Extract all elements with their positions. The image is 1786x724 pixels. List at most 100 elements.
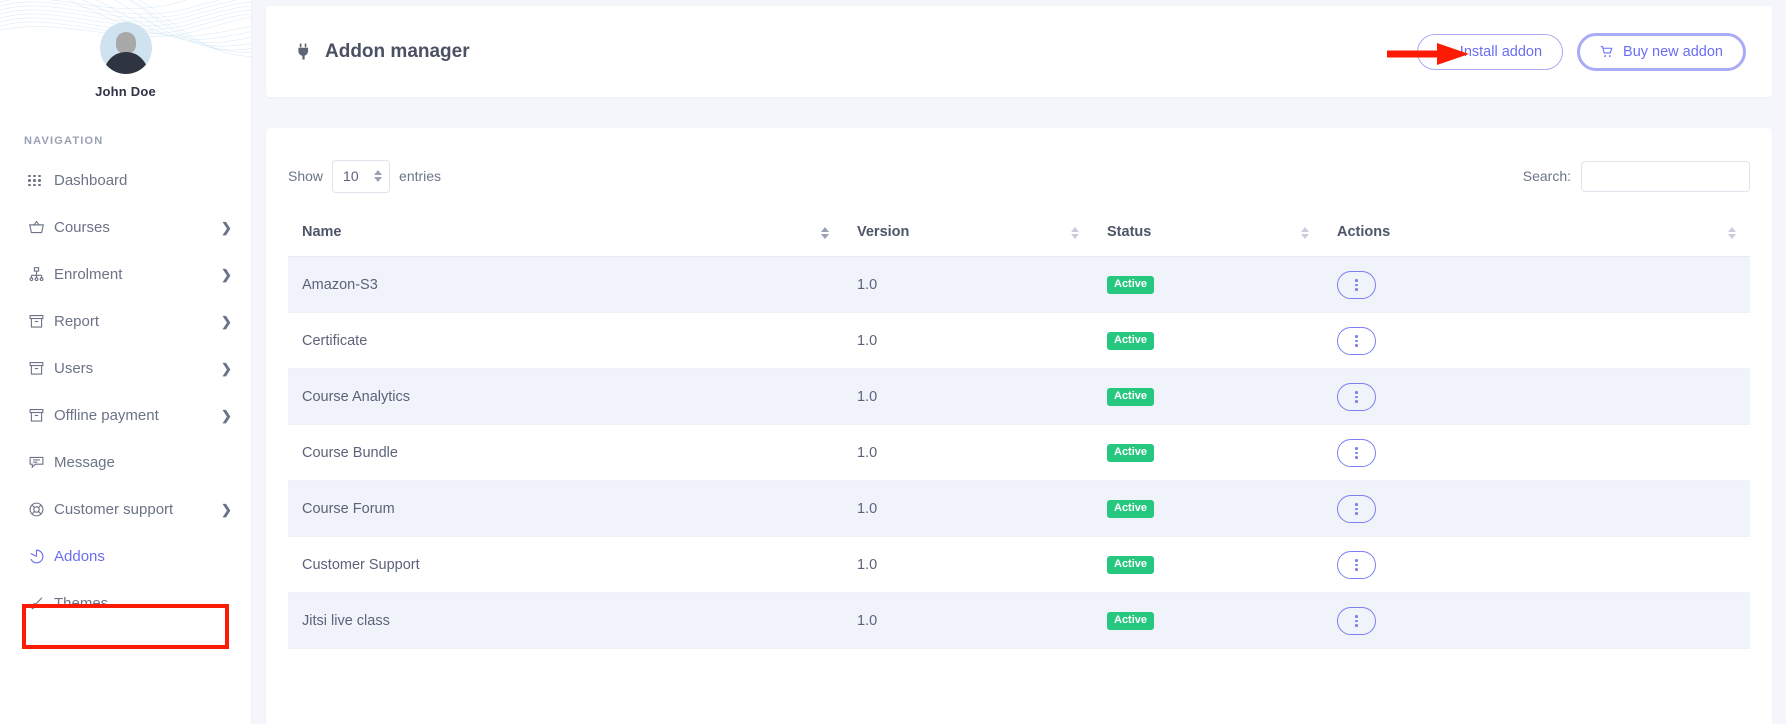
table-header-row: Name Version Status <box>288 210 1750 257</box>
row-actions-button[interactable] <box>1337 271 1376 299</box>
cell-actions <box>1323 537 1750 593</box>
column-header-status[interactable]: Status <box>1093 210 1323 257</box>
vertical-dots-icon <box>1355 279 1358 291</box>
buy-new-addon-label: Buy new addon <box>1623 44 1723 60</box>
cell-actions <box>1323 481 1750 537</box>
row-actions-button[interactable] <box>1337 551 1376 579</box>
sidebar-nav: Dashboard Courses ❯ <box>0 157 251 627</box>
row-actions-button[interactable] <box>1337 383 1376 411</box>
sidebar-item-courses[interactable]: Courses ❯ <box>0 204 251 251</box>
row-actions-button[interactable] <box>1337 327 1376 355</box>
chevron-right-icon: ❯ <box>221 361 233 377</box>
archive-icon <box>28 313 54 330</box>
sidebar-item-message[interactable]: Message <box>0 439 251 486</box>
vertical-dots-icon <box>1355 391 1358 403</box>
sidebar-item-customer-support[interactable]: Customer support ❯ <box>0 486 251 533</box>
cell-name: Customer Support <box>288 537 843 593</box>
cell-name: Jitsi live class <box>288 593 843 649</box>
table-row: Customer Support1.0 Active <box>288 537 1750 593</box>
nav-section-heading: NAVIGATION <box>24 135 251 147</box>
sidebar-item-offline-payment[interactable]: Offline payment ❯ <box>0 392 251 439</box>
vertical-dots-icon <box>1355 335 1358 347</box>
vertical-dots-icon <box>1355 559 1358 571</box>
sort-indicator-icon <box>1301 227 1309 239</box>
cell-actions <box>1323 593 1750 649</box>
sidebar-item-label: Message <box>54 454 233 471</box>
table-row: Amazon-S31.0 Active <box>288 257 1750 313</box>
page-title: Addon manager <box>325 41 470 63</box>
cell-name: Course Analytics <box>288 369 843 425</box>
row-actions-button[interactable] <box>1337 439 1376 467</box>
sitemap-icon <box>28 266 54 283</box>
cell-name: Amazon-S3 <box>288 257 843 313</box>
lifebuoy-icon <box>28 501 54 518</box>
addons-table-card: Show 10 25 50 100 entries <box>266 128 1772 724</box>
column-header-name[interactable]: Name <box>288 210 843 257</box>
column-header-version[interactable]: Version <box>843 210 1093 257</box>
entries-select[interactable]: 10 25 50 100 <box>332 160 390 193</box>
cell-version: 1.0 <box>843 593 1093 649</box>
sort-indicator-icon <box>821 227 829 239</box>
paintbrush-icon <box>28 595 54 612</box>
cell-actions <box>1323 257 1750 313</box>
install-addon-arrow-annotation <box>1387 42 1469 66</box>
status-badge: Active <box>1107 276 1154 294</box>
chevron-right-icon: ❯ <box>221 314 233 330</box>
chevron-right-icon: ❯ <box>221 408 233 424</box>
sidebar-item-label: Customer support <box>54 501 221 518</box>
vertical-dots-icon <box>1355 615 1358 627</box>
table-head: Name Version Status <box>288 210 1750 257</box>
sidebar-item-label: Themes <box>54 595 233 612</box>
archive-icon <box>28 407 54 424</box>
column-label: Status <box>1107 224 1151 240</box>
sidebar-profile[interactable]: John Doe <box>0 0 251 99</box>
table-row: Jitsi live class1.0Active <box>288 593 1750 649</box>
cell-actions <box>1323 369 1750 425</box>
sidebar: John Doe NAVIGATION Dashboard Courses ❯ <box>0 0 252 724</box>
entries-select-wrapper: 10 25 50 100 <box>332 160 390 193</box>
cell-status: Active <box>1093 481 1323 537</box>
sidebar-item-label: Offline payment <box>54 407 221 424</box>
cell-version: 1.0 <box>843 257 1093 313</box>
column-label: Actions <box>1337 224 1390 240</box>
cell-status: Active <box>1093 369 1323 425</box>
sidebar-item-enrolment[interactable]: Enrolment ❯ <box>0 251 251 298</box>
column-header-actions[interactable]: Actions <box>1323 210 1750 257</box>
sidebar-item-themes[interactable]: Themes <box>0 580 251 627</box>
install-addon-label: Install addon <box>1460 44 1542 60</box>
profile-name: John Doe <box>0 84 251 99</box>
cell-version: 1.0 <box>843 369 1093 425</box>
cell-actions <box>1323 425 1750 481</box>
sidebar-item-label: Courses <box>54 219 221 236</box>
sidebar-item-dashboard[interactable]: Dashboard <box>0 157 251 204</box>
chevron-right-icon: ❯ <box>221 220 233 236</box>
status-badge: Active <box>1107 388 1154 406</box>
chevron-right-icon: ❯ <box>221 267 233 283</box>
page-title-group: Addon manager <box>294 41 470 63</box>
row-actions-button[interactable] <box>1337 607 1376 635</box>
search-input[interactable] <box>1581 161 1750 192</box>
table-row: Course Forum1.0 Active <box>288 481 1750 537</box>
cell-version: 1.0 <box>843 481 1093 537</box>
table-body: Amazon-S31.0ActiveCertificate1.0ActiveCo… <box>288 257 1750 649</box>
vertical-dots-icon <box>1355 503 1358 515</box>
status-badge: Active <box>1107 500 1154 518</box>
entries-label: entries <box>399 168 441 184</box>
buy-new-addon-button[interactable]: Buy new addon <box>1577 33 1746 71</box>
sidebar-item-report[interactable]: Report ❯ <box>0 298 251 345</box>
status-badge: Active <box>1107 556 1154 574</box>
cell-name: Course Forum <box>288 481 843 537</box>
shopping-cart-icon <box>1600 45 1614 59</box>
sidebar-item-addons[interactable]: Addons <box>0 533 251 580</box>
cell-version: 1.0 <box>843 537 1093 593</box>
cell-status: Active <box>1093 425 1323 481</box>
plug-icon <box>294 42 313 61</box>
chevron-right-icon: ❯ <box>221 502 233 518</box>
status-badge: Active <box>1107 444 1154 462</box>
sidebar-item-label: Dashboard <box>54 172 233 189</box>
search-label: Search: <box>1523 168 1571 184</box>
show-label: Show <box>288 168 323 184</box>
sidebar-item-users[interactable]: Users ❯ <box>0 345 251 392</box>
sort-indicator-icon <box>1728 227 1736 239</box>
row-actions-button[interactable] <box>1337 495 1376 523</box>
